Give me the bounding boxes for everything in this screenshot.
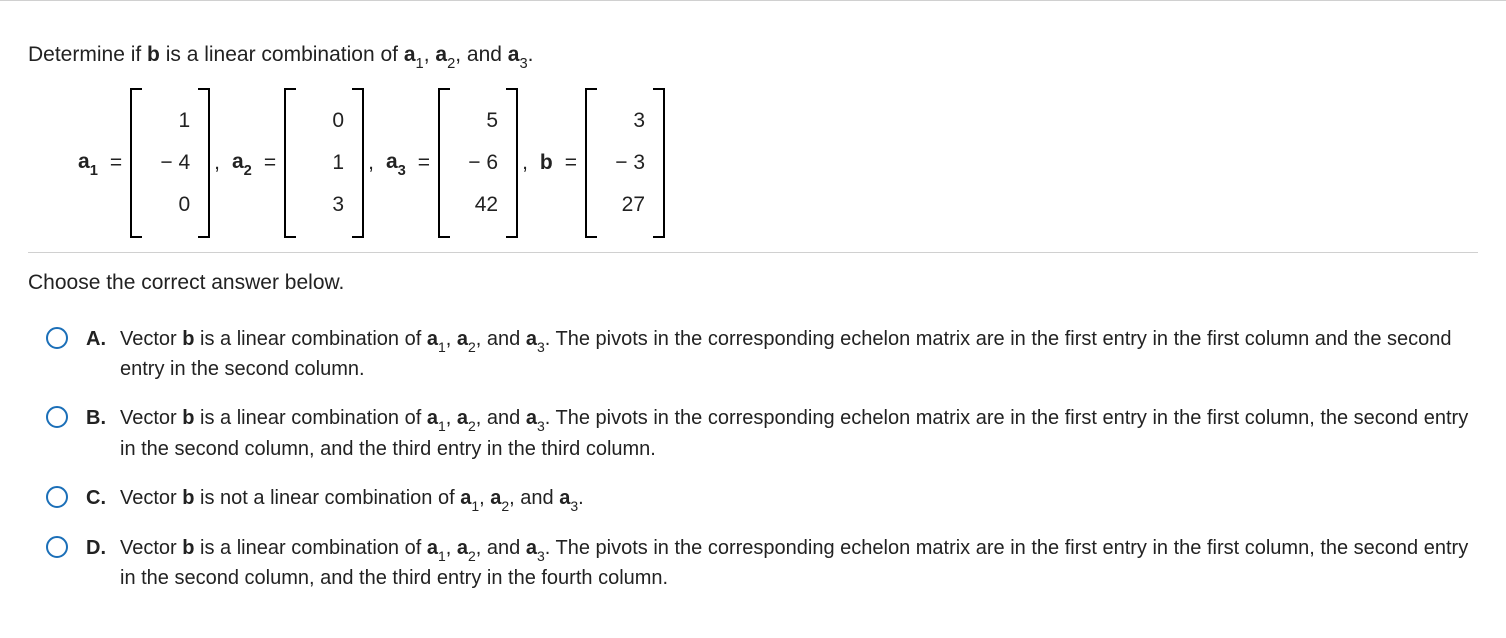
equals-icon: = [264,151,276,175]
a1-v2: 0 [150,184,190,226]
option-body: C. Vector b is not a linear combination o… [86,484,1478,514]
vec-a3-label: a3 [386,150,406,177]
option-body: B.Vector b is a linear combination of a1… [86,404,1478,463]
comma-3: , [522,151,528,175]
options-list: A.Vector b is a linear combination of a1… [28,325,1478,593]
q-prefix: Determine if [28,43,147,66]
q-end: . [528,43,534,66]
a2-v2: 3 [304,184,344,226]
a3-v1: − 6 [458,142,498,184]
a3-v0: 5 [458,100,498,142]
divider-mid [28,252,1478,253]
option-body: A.Vector b is a linear combination of a1… [86,325,1478,384]
vectors-row: a1 = 1 − 4 0 , a2 = 0 1 3 , a3 = [28,88,1478,238]
a1-v1: − 4 [150,142,190,184]
a1-v0: 1 [150,100,190,142]
option-letter: A. [86,325,110,384]
option-text: Vector b is a linear combination of a1, … [120,404,1470,463]
q-b: b [147,43,160,66]
option-text: Vector b is a linear combination of a1, … [120,534,1470,593]
vector-a1: 1 − 4 0 [130,88,210,238]
q-sep2: , and [455,43,508,66]
vec-a2-label: a2 [232,150,252,177]
option-letter: D. [86,534,110,593]
radio-b[interactable] [46,406,68,428]
option-d: D.Vector b is a linear combination of a1… [46,534,1478,593]
q-sep1: , [424,43,436,66]
comma-1: , [214,151,220,175]
b-v2: 27 [605,184,645,226]
radio-c[interactable] [46,486,68,508]
a2-v0: 0 [304,100,344,142]
q-a1-sub: 1 [416,56,424,72]
equals-icon: = [418,151,430,175]
option-b: B.Vector b is a linear combination of a1… [46,404,1478,463]
a3-v2: 42 [458,184,498,226]
vec-a1-label: a1 [78,150,98,177]
vec-b-label: b [540,151,553,175]
b-v1: − 3 [605,142,645,184]
vector-b: 3 − 3 27 [585,88,665,238]
q-a2: a [435,43,447,66]
a2-v1: 1 [304,142,344,184]
q-a3: a [508,43,520,66]
option-c: C. Vector b is not a linear combination o… [46,484,1478,514]
choose-answer-prompt: Choose the correct answer below. [28,271,1478,295]
vector-a2: 0 1 3 [284,88,364,238]
radio-a[interactable] [46,327,68,349]
b-v0: 3 [605,100,645,142]
equals-icon: = [565,151,577,175]
q-mid1: is a linear combination of [160,43,404,66]
comma-2: , [368,151,374,175]
equals-icon: = [110,151,122,175]
vector-a3: 5 − 6 42 [438,88,518,238]
option-letter: B. [86,404,110,463]
option-a: A.Vector b is a linear combination of a1… [46,325,1478,384]
q-a1: a [404,43,416,66]
radio-d[interactable] [46,536,68,558]
option-letter: C. [86,484,110,514]
divider-top [0,0,1506,1]
option-body: D.Vector b is a linear combination of a1… [86,534,1478,593]
q-a2-sub: 2 [447,56,455,72]
option-text: Vector b is a linear combination of a1, … [120,325,1470,384]
option-text: Vector b is not a linear combination of … [120,484,1470,514]
q-a3-sub: 3 [519,56,527,72]
question-text: Determine if b is a linear combination o… [28,43,1478,70]
